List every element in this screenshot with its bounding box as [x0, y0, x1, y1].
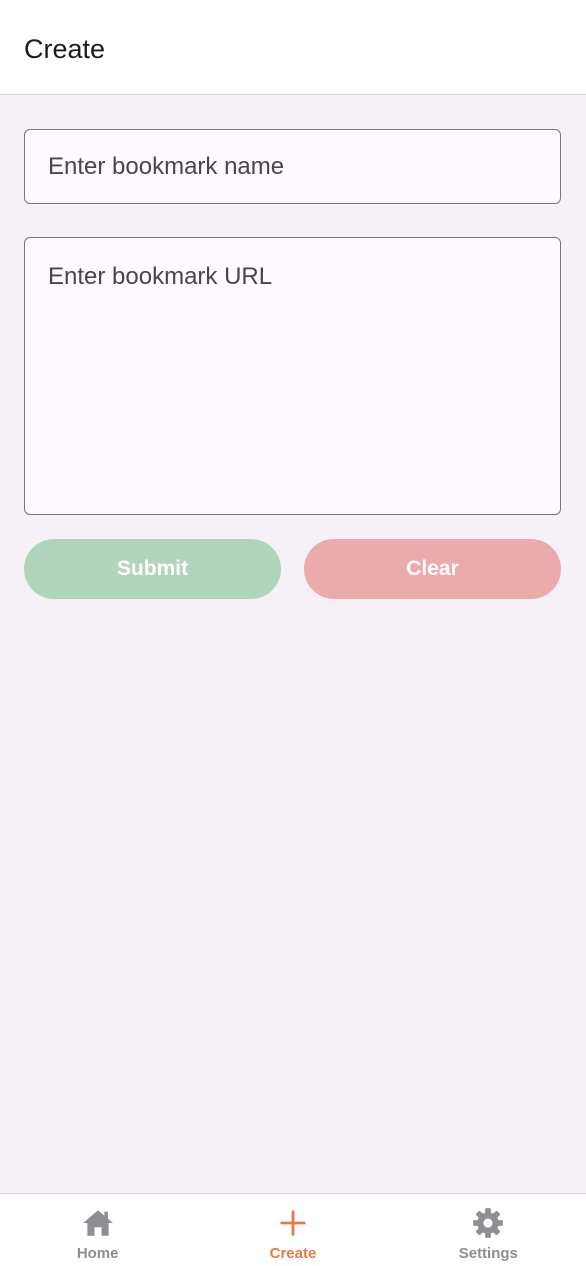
app-header: Create: [0, 0, 586, 95]
page-title: Create: [24, 34, 106, 64]
plus-icon: [280, 1210, 306, 1236]
tab-create[interactable]: Create: [195, 1194, 390, 1266]
bookmark-url-input[interactable]: [24, 237, 561, 515]
submit-button[interactable]: Submit: [24, 539, 281, 599]
tab-settings[interactable]: Settings: [391, 1194, 586, 1266]
gear-icon: [473, 1208, 504, 1238]
clear-button[interactable]: Clear: [304, 539, 561, 599]
tab-create-label: Create: [269, 1245, 317, 1262]
home-icon: [82, 1210, 113, 1236]
bottom-tab-bar: Home Create Settings: [0, 1193, 586, 1266]
bookmark-name-input[interactable]: [24, 129, 561, 204]
tab-home-label: Home: [76, 1245, 119, 1262]
tab-home[interactable]: Home: [0, 1194, 195, 1266]
tab-settings-label: Settings: [458, 1245, 518, 1262]
